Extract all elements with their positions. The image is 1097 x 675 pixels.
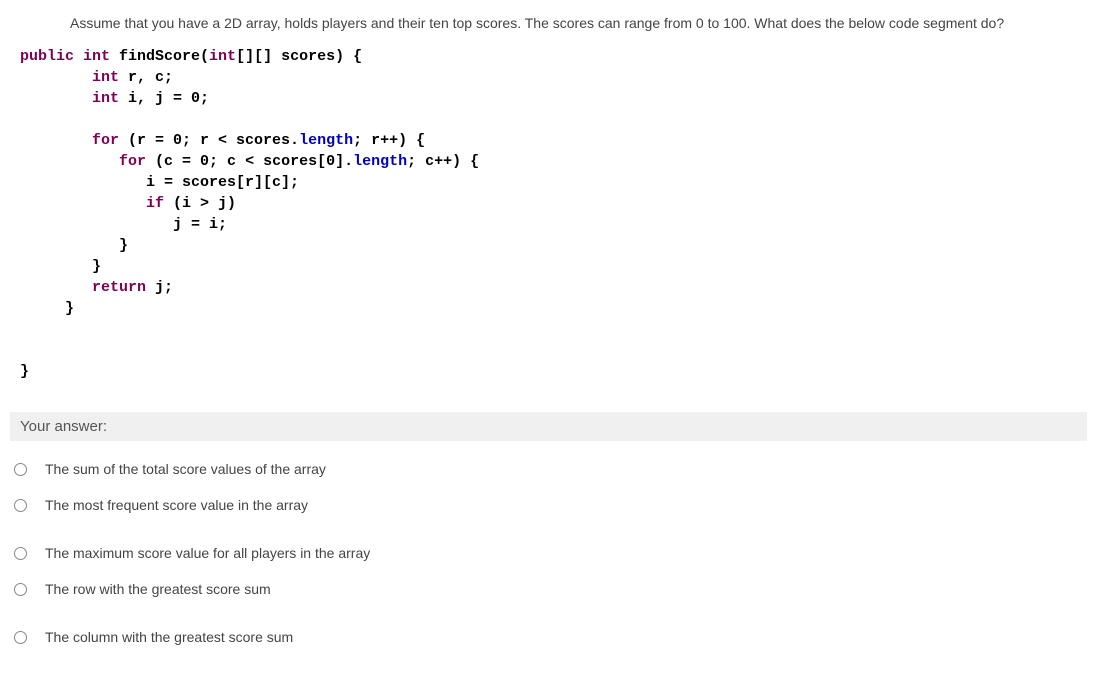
question-text: Assume that you have a 2D array, holds p… xyxy=(10,10,1087,46)
code-kw: public xyxy=(20,48,74,65)
answer-option[interactable]: The most frequent score value in the arr… xyxy=(10,487,1087,523)
option-text: The sum of the total score values of the… xyxy=(45,461,326,477)
code-text: r, c; xyxy=(119,69,173,86)
code-text: j; xyxy=(146,279,173,296)
answer-option[interactable]: The sum of the total score values of the… xyxy=(10,451,1087,487)
code-text: (r = 0; r < scores. xyxy=(119,132,299,149)
code-text: } xyxy=(20,363,29,380)
option-text: The column with the greatest score sum xyxy=(45,629,293,645)
code-kw: int xyxy=(92,90,119,107)
code-kw: int xyxy=(74,48,119,65)
code-text: } xyxy=(119,237,128,254)
code-text: i, j = 0; xyxy=(119,90,209,107)
answer-option[interactable]: The row with the greatest score sum xyxy=(10,571,1087,607)
code-kw: length xyxy=(353,153,407,170)
code-kw: for xyxy=(119,153,146,170)
radio-icon[interactable] xyxy=(14,499,27,512)
radio-icon[interactable] xyxy=(14,463,27,476)
code-text: } xyxy=(92,258,101,275)
option-text: The row with the greatest score sum xyxy=(45,581,271,597)
code-kw: int xyxy=(209,48,236,65)
code-text: ; r++) { xyxy=(353,132,425,149)
code-text: [][] scores) { xyxy=(236,48,362,65)
code-kw: return xyxy=(92,279,146,296)
code-kw: for xyxy=(92,132,119,149)
radio-icon[interactable] xyxy=(14,583,27,596)
radio-icon[interactable] xyxy=(14,547,27,560)
code-text: findScore( xyxy=(119,48,209,65)
answer-header: Your answer: xyxy=(10,412,1087,441)
answer-option[interactable]: The column with the greatest score sum xyxy=(10,619,1087,655)
code-text: (i > j) xyxy=(164,195,236,212)
option-text: The maximum score value for all players … xyxy=(45,545,370,561)
code-text: j = i; xyxy=(173,216,227,233)
code-text: } xyxy=(65,300,74,317)
code-kw: if xyxy=(146,195,164,212)
radio-icon[interactable] xyxy=(14,631,27,644)
answer-option[interactable]: The maximum score value for all players … xyxy=(10,535,1087,571)
code-kw: int xyxy=(92,69,119,86)
code-kw: length xyxy=(299,132,353,149)
code-text: ; c++) { xyxy=(407,153,479,170)
code-block: public int findScore(int[][] scores) { i… xyxy=(10,46,1087,382)
option-text: The most frequent score value in the arr… xyxy=(45,497,308,513)
code-text: i = scores[r][c]; xyxy=(146,174,299,191)
code-text: (c = 0; c < scores[0]. xyxy=(146,153,353,170)
